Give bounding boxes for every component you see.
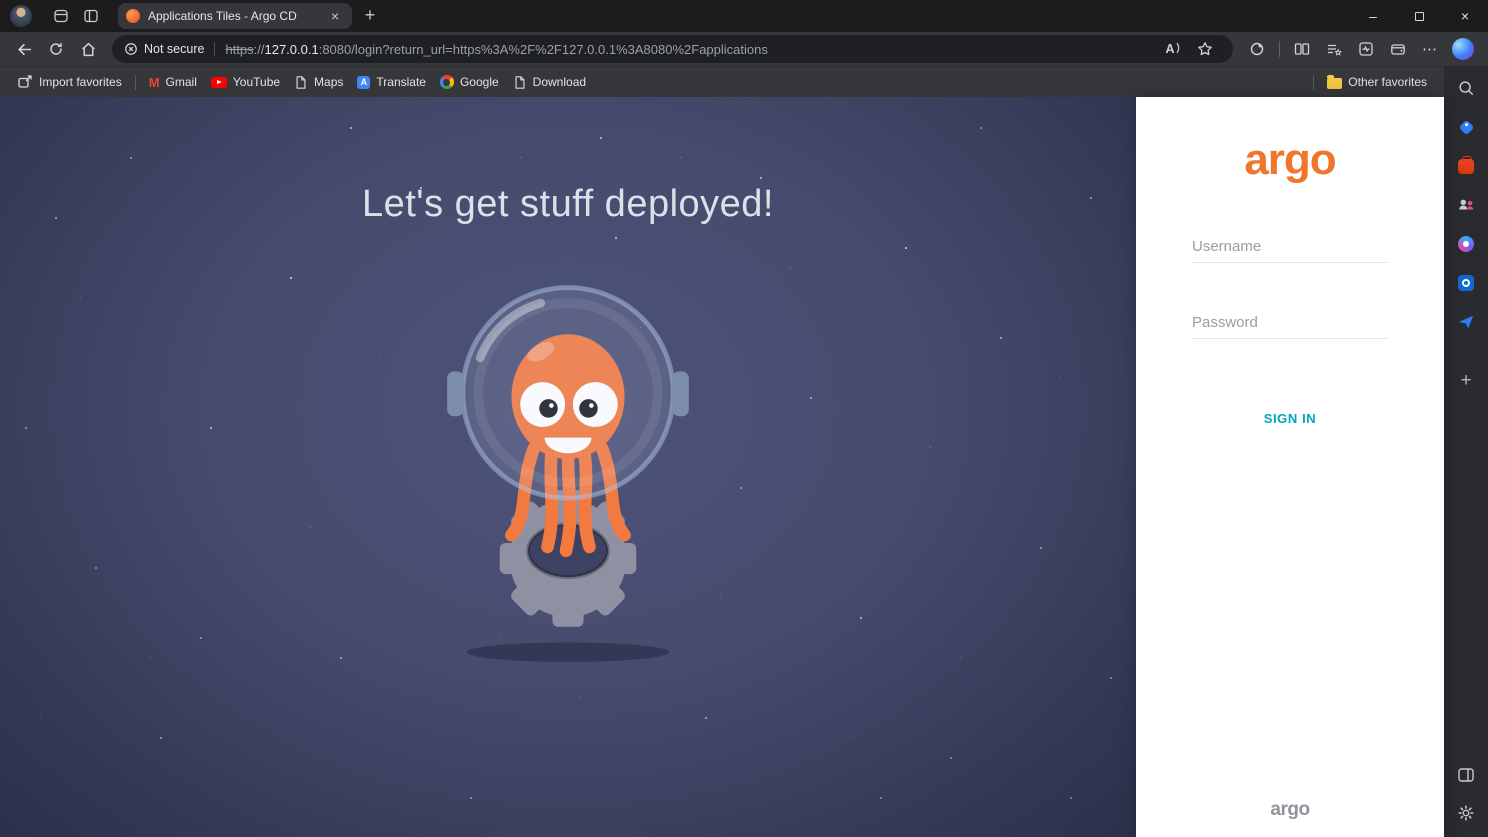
url-text: https://127.0.0.1:8080/login?return_url=… xyxy=(225,42,1157,57)
argo-login-page: Let's get stuff deployed! argo Username … xyxy=(0,97,1444,837)
favorite-label: Download xyxy=(532,75,587,89)
import-favorites-button[interactable]: Import favorites xyxy=(10,71,129,93)
collections-icon[interactable] xyxy=(1318,35,1350,63)
browser-window: Applications Tiles - Argo CD × + – × Not… xyxy=(0,0,1488,837)
read-aloud-button[interactable]: A xyxy=(1157,35,1189,63)
sidebar-games-button[interactable] xyxy=(1453,193,1479,217)
url-separator: :// xyxy=(253,41,265,57)
sidebar-m365-button[interactable] xyxy=(1453,154,1479,178)
sidebar-outlook-button[interactable] xyxy=(1453,271,1479,295)
sidebar-add-button[interactable]: + xyxy=(1453,369,1479,393)
toolbar-separator xyxy=(1279,41,1280,57)
refresh-button[interactable] xyxy=(40,35,72,63)
restore-icon xyxy=(1414,11,1424,21)
back-button[interactable] xyxy=(8,35,40,63)
url-path: :8080/login?return_url=https%3A%2F%2F127… xyxy=(318,41,768,57)
favorite-label: YouTube xyxy=(232,75,281,89)
site-security-chip[interactable]: Not secure xyxy=(124,42,204,56)
profile-avatar[interactable] xyxy=(10,5,32,27)
read-aloud-icon: A xyxy=(1165,42,1180,56)
other-favorites-label: Other favorites xyxy=(1348,75,1427,89)
gear-icon xyxy=(1458,805,1474,821)
sidebar-shopping-button[interactable] xyxy=(1453,115,1479,139)
argo-logo: argo xyxy=(1244,135,1336,184)
address-bar[interactable]: Not secure https://127.0.0.1:8080/login?… xyxy=(112,35,1233,63)
favorite-youtube[interactable]: YouTube xyxy=(204,72,287,92)
restore-button[interactable] xyxy=(1396,0,1442,32)
argo-favicon xyxy=(126,9,140,23)
sign-in-button[interactable]: SIGN IN xyxy=(1252,403,1329,434)
favorite-google[interactable]: Google xyxy=(433,72,506,92)
octopus-mascot xyxy=(447,285,689,662)
login-hero: Let's get stuff deployed! xyxy=(0,97,1136,837)
not-secure-icon xyxy=(125,43,137,55)
home-button[interactable] xyxy=(72,35,104,63)
favorites-separator xyxy=(1313,74,1315,90)
favorite-label: Gmail xyxy=(165,75,197,89)
search-icon xyxy=(1459,81,1474,96)
add-favorite-star-icon[interactable] xyxy=(1189,35,1221,63)
discover-icon[interactable] xyxy=(1241,35,1273,63)
import-favorites-label: Import favorites xyxy=(39,75,122,89)
sidebar-panel-toggle[interactable] xyxy=(1453,763,1479,787)
login-panel: argo SIGN IN argo xyxy=(1136,97,1444,837)
argo-footer-logo: argo xyxy=(1270,799,1310,820)
split-screen-icon[interactable] xyxy=(1286,35,1318,63)
tab-close-icon[interactable]: × xyxy=(326,7,344,25)
people-icon xyxy=(1459,199,1474,210)
google-icon xyxy=(439,75,454,89)
chip-separator xyxy=(214,42,216,56)
favorites-separator xyxy=(134,74,136,90)
more-menu-icon: ⋯ xyxy=(1422,41,1438,58)
url-scheme: https xyxy=(225,41,254,57)
workspaces-icon[interactable] xyxy=(46,2,76,30)
other-favorites-button[interactable]: Other favorites xyxy=(1320,72,1434,92)
page-icon xyxy=(515,75,525,89)
sidebar-drop-button[interactable] xyxy=(1453,310,1479,334)
favorite-label: Maps xyxy=(314,75,344,89)
outlook-icon xyxy=(1458,275,1474,291)
settings-more-button[interactable]: ⋯ xyxy=(1414,35,1446,63)
minimize-button[interactable]: – xyxy=(1350,0,1396,32)
stars-decoration xyxy=(0,97,1,98)
wallet-icon[interactable] xyxy=(1382,35,1414,63)
import-favorites-icon xyxy=(18,75,32,88)
sidebar-search-button[interactable] xyxy=(1453,76,1479,100)
username-input[interactable] xyxy=(1192,233,1388,263)
m365-app-icon xyxy=(1458,155,1474,174)
translate-icon: A xyxy=(357,75,371,89)
shopping-tag-icon xyxy=(1458,119,1474,135)
url-host: 127.0.0.1 xyxy=(264,41,319,57)
password-input[interactable] xyxy=(1192,309,1388,339)
hero-headline: Let's get stuff deployed! xyxy=(361,183,774,225)
titlebar: Applications Tiles - Argo CD × + – × xyxy=(0,0,1488,32)
favorite-translate[interactable]: A Translate xyxy=(350,72,433,92)
tab-actions-icon[interactable] xyxy=(76,2,106,30)
new-tab-button[interactable]: + xyxy=(356,2,384,30)
favorite-gmail[interactable]: M Gmail xyxy=(142,72,204,93)
close-button[interactable]: × xyxy=(1442,0,1488,32)
favorite-label: Google xyxy=(459,75,499,89)
designer-icon xyxy=(1458,236,1474,252)
youtube-icon xyxy=(210,76,227,88)
security-label: Not secure xyxy=(144,42,205,56)
drop-paper-plane-icon xyxy=(1458,315,1474,329)
page-icon xyxy=(296,75,306,89)
sidebar-settings-button[interactable] xyxy=(1453,801,1479,825)
copilot-icon[interactable] xyxy=(1452,38,1474,60)
navbar: Not secure https://127.0.0.1:8080/login?… xyxy=(0,32,1488,66)
favorite-label: Translate xyxy=(376,75,426,89)
favorite-download[interactable]: Download xyxy=(506,72,593,93)
sidebar-panel-icon xyxy=(1458,768,1474,782)
sidebar-designer-button[interactable] xyxy=(1453,232,1479,256)
browser-essentials-icon[interactable] xyxy=(1350,35,1382,63)
favorites-bar: Import favorites M Gmail YouTube Maps A … xyxy=(0,66,1444,97)
folder-icon xyxy=(1327,74,1343,89)
favorite-maps[interactable]: Maps xyxy=(287,72,350,93)
browser-tab[interactable]: Applications Tiles - Argo CD × xyxy=(118,3,352,29)
gmail-icon: M xyxy=(148,74,160,90)
tab-title: Applications Tiles - Argo CD xyxy=(148,9,297,23)
edge-sidebar-rail: + xyxy=(1444,66,1488,837)
